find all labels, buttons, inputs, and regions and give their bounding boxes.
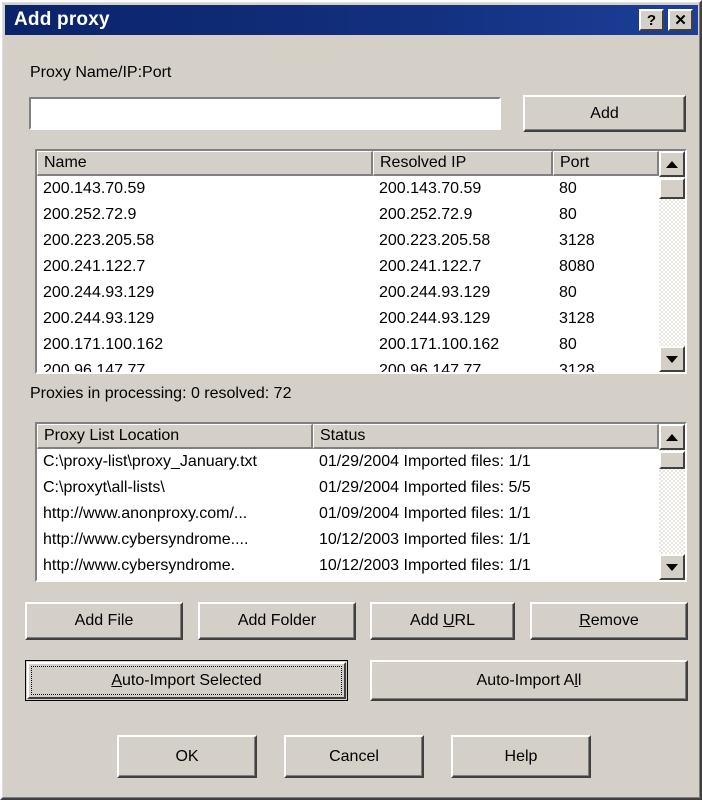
cell-name: 200.241.122.7 [43, 258, 146, 275]
scrollbar-thumb[interactable] [659, 451, 685, 469]
add-file-button[interactable]: Add File [25, 602, 183, 640]
cell-resolved-ip: 200.252.72.9 [379, 206, 473, 223]
proxy-list-scrollbar[interactable] [659, 151, 685, 372]
table-row[interactable]: 200.96.147.77 200.96.147.77 3128 [37, 358, 659, 372]
add-file-label: Add File [74, 612, 134, 629]
list-item[interactable]: C:\proxy-list\proxy_January.txt 01/29/20… [37, 449, 659, 475]
auto-import-all-button[interactable]: Auto-Import All [370, 660, 688, 701]
cell-resolved-ip: 200.244.93.129 [379, 284, 491, 301]
ok-button[interactable]: OK [117, 735, 257, 778]
add-button-label: Add [590, 104, 619, 122]
column-header-name[interactable]: Name [37, 151, 373, 176]
cancel-button-label: Cancel [329, 747, 379, 765]
location-list-scrollbar[interactable] [659, 424, 685, 580]
cell-location: http://www.anonproxy.com/... [43, 505, 248, 522]
table-row[interactable]: 200.244.93.129 200.244.93.129 3128 [37, 306, 659, 332]
table-row[interactable]: 200.252.72.9 200.252.72.9 80 [37, 202, 659, 228]
add-button[interactable]: Add [523, 95, 686, 132]
cell-name: 200.223.205.58 [43, 232, 155, 249]
cell-resolved-ip: 200.171.100.162 [379, 336, 500, 353]
proxy-name-label: Proxy Name/IP:Port [30, 64, 172, 81]
cell-status: 01/09/2004 Imported files: 1/1 [319, 505, 531, 522]
cell-resolved-ip: 200.244.93.129 [379, 310, 491, 327]
cell-port: 3128 [559, 310, 595, 327]
cell-port: 3128 [559, 232, 595, 249]
cell-name: 200.244.93.129 [43, 310, 155, 327]
cell-resolved-ip: 200.241.122.7 [379, 258, 482, 275]
cell-resolved-ip: 200.143.70.59 [379, 180, 482, 197]
cancel-button[interactable]: Cancel [284, 735, 424, 778]
cell-resolved-ip: 200.223.205.58 [379, 232, 491, 249]
location-list-header: Proxy List Location Status [37, 424, 685, 449]
column-header-resolved-ip[interactable]: Resolved IP [373, 151, 553, 176]
window-title: Add proxy [14, 9, 110, 30]
cell-name: 200.96.147.77 [43, 362, 146, 372]
title-bar[interactable]: Add proxy ? ✕ [5, 5, 698, 35]
add-url-button[interactable]: Add URL [370, 602, 515, 640]
status-text: Proxies in processing: 0 resolved: 72 [30, 385, 292, 402]
list-item[interactable]: http://www.anonproxy.com/... 01/09/2004 … [37, 501, 659, 527]
proxy-list-view[interactable]: Name Resolved IP Port 200.143.70.59 200.… [35, 149, 687, 374]
cell-status: 01/29/2004 Imported files: 1/1 [319, 453, 531, 470]
location-list-body: C:\proxy-list\proxy_January.txt 01/29/20… [37, 449, 659, 580]
close-icon[interactable]: ✕ [668, 9, 693, 31]
table-row[interactable]: 200.241.122.7 200.241.122.7 8080 [37, 254, 659, 280]
ok-button-label: OK [175, 747, 199, 765]
cell-port: 3128 [559, 362, 595, 372]
remove-button[interactable]: Remove [530, 602, 688, 640]
cell-location: http://www.cybersyndrome. [43, 557, 236, 574]
help-button[interactable]: Help [451, 735, 591, 778]
list-item[interactable]: http://www.cybersyndrome. 10/12/2003 Imp… [37, 553, 659, 579]
proxy-list-header: Name Resolved IP Port [37, 151, 685, 176]
add-folder-button[interactable]: Add Folder [198, 602, 356, 640]
add-proxy-dialog: Add proxy ? ✕ Proxy Name/IP:Port Add Nam… [0, 0, 702, 800]
scroll-down-arrow-icon[interactable] [659, 346, 685, 372]
proxy-input[interactable] [29, 97, 501, 130]
add-folder-label: Add Folder [237, 612, 317, 629]
cell-name: 200.252.72.9 [43, 206, 137, 223]
scroll-up-arrow-icon[interactable] [659, 151, 685, 177]
scroll-up-arrow-icon[interactable] [659, 424, 685, 450]
proxy-list-body: 200.143.70.59 200.143.70.59 80 200.252.7… [37, 176, 659, 372]
column-header-port[interactable]: Port [553, 151, 659, 176]
column-header-status[interactable]: Status [313, 424, 659, 449]
cell-port: 80 [559, 284, 577, 301]
cell-port: 80 [559, 206, 577, 223]
table-row[interactable]: 200.171.100.162 200.171.100.162 80 [37, 332, 659, 358]
cell-name: 200.244.93.129 [43, 284, 155, 301]
scrollbar-track[interactable] [659, 177, 685, 346]
list-item[interactable]: http://www.cybersyndrome.... 10/12/2003 … [37, 527, 659, 553]
scroll-down-arrow-icon[interactable] [659, 554, 685, 580]
cell-location: C:\proxyt\all-lists\ [43, 479, 165, 496]
auto-import-selected-label: Auto-Import Selected [111, 671, 262, 689]
cell-status: 01/29/2004 Imported files: 5/5 [319, 479, 531, 496]
cell-resolved-ip: 200.96.147.77 [379, 362, 482, 372]
cell-status: 10/12/2003 Imported files: 1/1 [319, 531, 531, 548]
cell-location: http://www.cybersyndrome.... [43, 531, 249, 548]
column-header-proxy-list-location[interactable]: Proxy List Location [37, 424, 313, 449]
cell-location: C:\proxy-list\proxy_January.txt [43, 453, 257, 470]
table-row[interactable]: 200.244.93.129 200.244.93.129 80 [37, 280, 659, 306]
table-row[interactable]: 200.223.205.58 200.223.205.58 3128 [37, 228, 659, 254]
add-url-label: Add URL [410, 612, 475, 629]
remove-label: Remove [579, 612, 639, 629]
list-item[interactable]: C:\proxyt\all-lists\ 01/29/2004 Imported… [37, 475, 659, 501]
table-row[interactable]: 200.143.70.59 200.143.70.59 80 [37, 176, 659, 202]
title-bar-buttons: ? ✕ [639, 9, 693, 31]
cell-port: 8080 [559, 258, 595, 275]
scrollbar-thumb[interactable] [659, 178, 685, 199]
location-list-view[interactable]: Proxy List Location Status C:\proxy-list… [35, 422, 687, 582]
cell-name: 200.171.100.162 [43, 336, 164, 353]
auto-import-all-label: Auto-Import All [476, 671, 582, 689]
cell-port: 80 [559, 336, 577, 353]
help-icon[interactable]: ? [639, 9, 664, 31]
cell-name: 200.143.70.59 [43, 180, 146, 197]
help-button-label: Help [504, 747, 538, 765]
cell-status: 10/12/2003 Imported files: 1/1 [319, 557, 531, 574]
cell-port: 80 [559, 180, 577, 197]
auto-import-selected-button[interactable]: Auto-Import Selected [25, 660, 348, 701]
